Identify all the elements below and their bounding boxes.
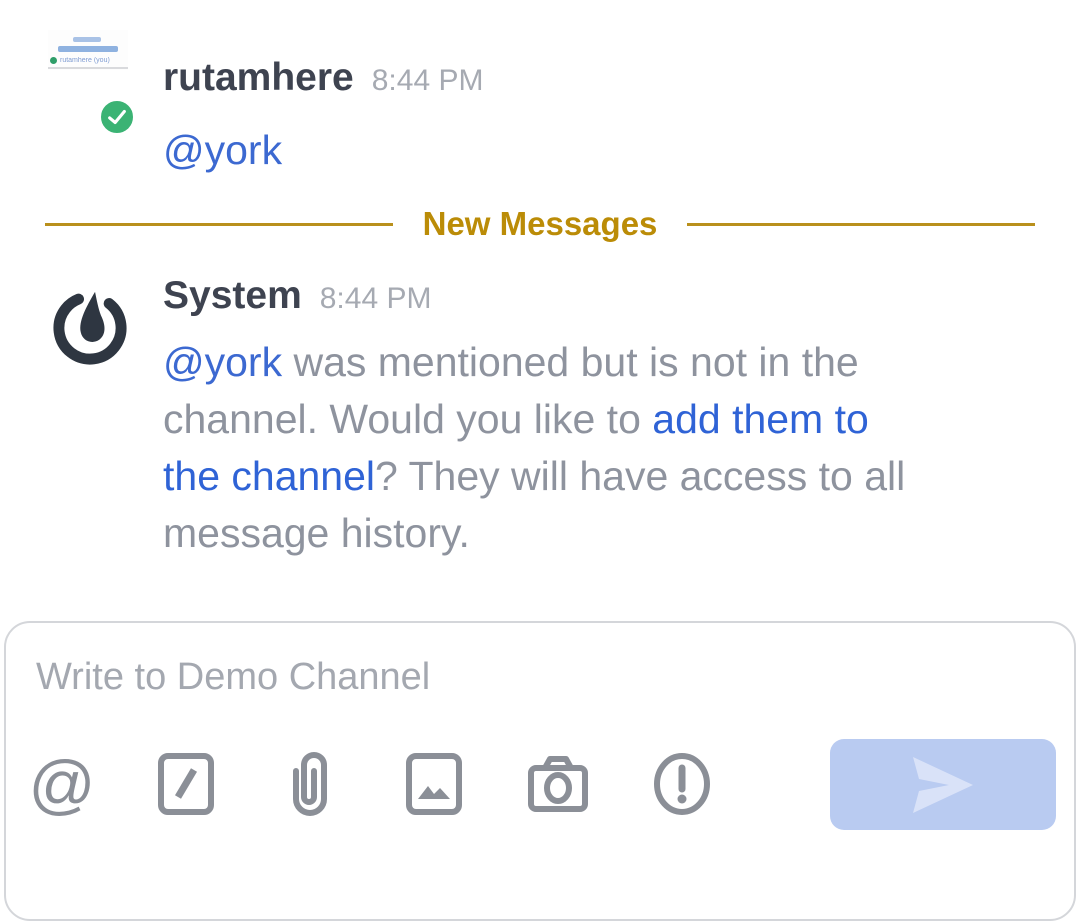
avatar[interactable]: rutamhere (you) xyxy=(48,30,128,70)
mention-icon[interactable]: @ xyxy=(28,750,96,818)
message-text-line: @york xyxy=(163,122,282,179)
message-text: was mentioned but is not in the xyxy=(282,339,859,385)
system-avatar[interactable] xyxy=(48,286,132,370)
slash-command-icon[interactable] xyxy=(152,750,220,818)
at-glyph: @ xyxy=(29,751,96,817)
online-dot-icon xyxy=(50,57,57,64)
message-text: ? They will have access to all xyxy=(375,453,905,499)
divider-line xyxy=(687,223,1035,226)
message-text-line: @york was mentioned but is not in the xyxy=(163,334,1043,391)
message-text-line: the channel? They will have access to al… xyxy=(163,448,1043,505)
timestamp: 8:44 PM xyxy=(320,282,432,316)
new-messages-label: New Messages xyxy=(423,205,658,243)
message-text-line: channel. Would you like to add them to xyxy=(163,391,1043,448)
new-messages-divider: New Messages xyxy=(0,204,1080,244)
divider-line xyxy=(45,223,393,226)
avatar-decoration xyxy=(58,46,118,52)
message-text: message history. xyxy=(163,510,470,556)
avatar-caption: rutamhere (you) xyxy=(60,57,110,64)
avatar-caption-row: rutamhere (you) xyxy=(50,56,128,65)
send-icon xyxy=(907,753,979,817)
online-status-badge xyxy=(99,99,135,135)
action-link[interactable]: the channel xyxy=(163,453,375,499)
message-header: System 8:44 PM xyxy=(163,274,431,318)
message-header: rutamhere 8:44 PM xyxy=(163,56,483,100)
action-link[interactable]: add them to xyxy=(652,396,869,442)
username[interactable]: rutamhere xyxy=(163,56,354,100)
send-button[interactable] xyxy=(830,739,1056,830)
message-text-line: message history. xyxy=(163,505,1043,562)
check-icon xyxy=(106,106,128,128)
warning-icon[interactable] xyxy=(648,750,716,818)
camera-icon[interactable] xyxy=(524,750,592,818)
username[interactable]: System xyxy=(163,274,302,318)
message-input[interactable]: Write to Demo Channel xyxy=(36,656,430,699)
message-text: channel. Would you like to xyxy=(163,396,652,442)
user-mention-link[interactable]: @york xyxy=(163,127,282,173)
user-mention-link[interactable]: @york xyxy=(163,339,282,385)
attachment-icon[interactable] xyxy=(276,750,344,818)
timestamp: 8:44 PM xyxy=(372,64,484,98)
mattermost-logo-icon xyxy=(48,286,132,370)
message-body: @york xyxy=(163,122,282,179)
image-icon[interactable] xyxy=(400,750,468,818)
avatar-decoration xyxy=(48,67,128,69)
message-body: @york was mentioned but is not in thecha… xyxy=(163,334,1043,562)
avatar-decoration xyxy=(73,37,101,42)
